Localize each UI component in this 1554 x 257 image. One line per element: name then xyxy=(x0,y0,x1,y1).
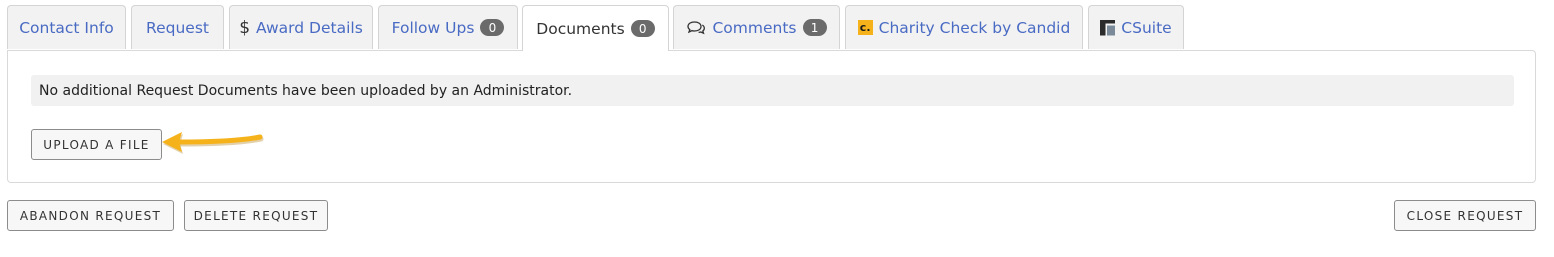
tab-follow-ups[interactable]: Follow Ups 0 xyxy=(378,5,518,49)
no-documents-notice: No additional Request Documents have bee… xyxy=(31,75,1514,106)
tab-label: Contact Info xyxy=(19,18,114,37)
tab-comments[interactable]: Comments 1 xyxy=(673,5,840,49)
tab-label: Follow Ups xyxy=(391,18,475,37)
tab-label: Comments xyxy=(712,18,797,37)
tab-charity-check[interactable]: c. Charity Check by Candid xyxy=(845,5,1083,49)
documents-panel: No additional Request Documents have bee… xyxy=(7,50,1536,183)
tab-csuite[interactable]: CSuite xyxy=(1088,5,1184,49)
tab-contact-info[interactable]: Contact Info xyxy=(7,5,126,49)
tab-request[interactable]: Request xyxy=(131,5,224,49)
annotation-arrow-icon xyxy=(162,132,264,154)
csuite-logo-icon xyxy=(1100,19,1116,36)
tab-label: Request xyxy=(146,18,209,37)
count-badge: 0 xyxy=(480,19,505,36)
count-badge: 1 xyxy=(802,19,827,36)
tab-label: Documents xyxy=(536,19,625,38)
tab-label: Award Details xyxy=(256,18,363,37)
tab-documents[interactable]: Documents 0 xyxy=(522,5,669,51)
tab-label: CSuite xyxy=(1121,18,1172,37)
candid-logo-icon: c. xyxy=(857,20,873,35)
tab-label: Charity Check by Candid xyxy=(878,18,1071,37)
abandon-request-button[interactable]: ABANDON REQUEST xyxy=(7,200,174,231)
comments-icon xyxy=(686,20,706,36)
tab-award-details[interactable]: $ Award Details xyxy=(229,5,373,49)
upload-file-button[interactable]: UPLOAD A FILE xyxy=(31,129,162,160)
close-request-button[interactable]: CLOSE REQUEST xyxy=(1394,200,1536,231)
delete-request-button[interactable]: DELETE REQUEST xyxy=(184,200,328,231)
count-badge: 0 xyxy=(630,20,655,37)
dollar-icon: $ xyxy=(239,17,251,38)
